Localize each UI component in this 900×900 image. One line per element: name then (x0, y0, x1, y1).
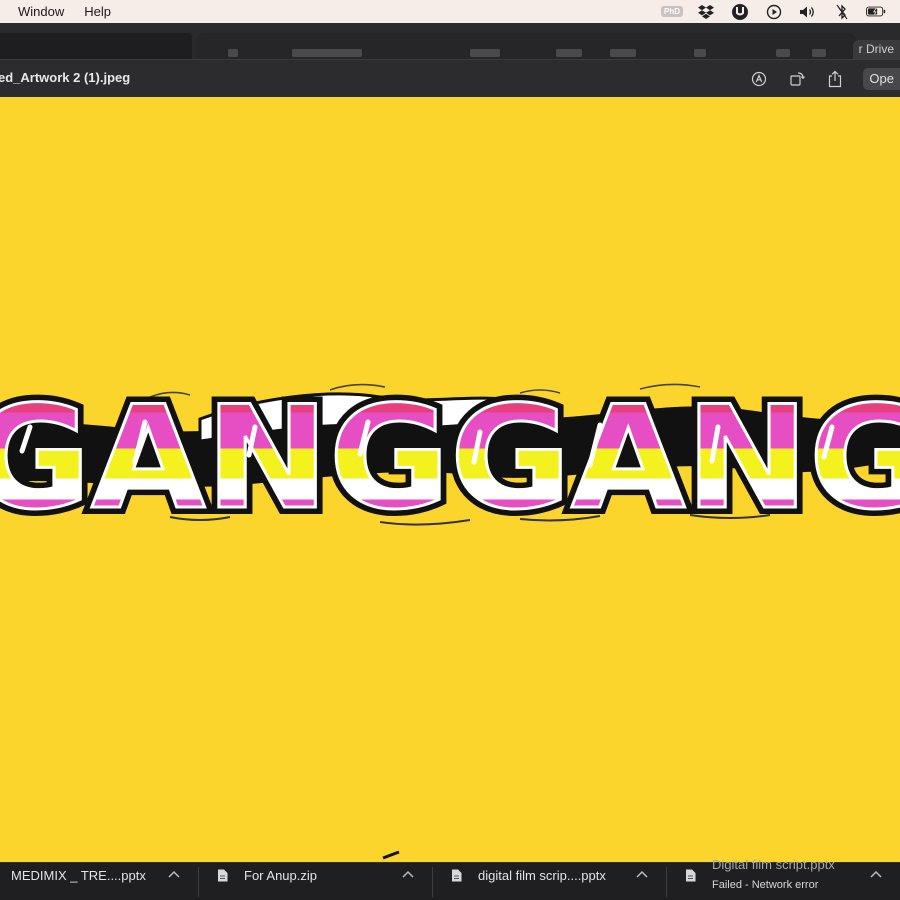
rotate-icon[interactable] (787, 69, 807, 89)
torrent-icon[interactable] (730, 3, 750, 20)
divider (432, 867, 433, 897)
document-title[interactable]: ed_Artwork 2 (1).jpeg (0, 70, 130, 85)
file-icon (686, 869, 696, 882)
download-filename: digital film scrip....pptx (478, 868, 606, 883)
background-sidebar (0, 33, 192, 59)
drive-tab-label[interactable]: r Drive (852, 40, 900, 60)
divider (666, 867, 667, 897)
share-icon[interactable] (825, 69, 845, 89)
download-item-failed[interactable]: Digital film script.pptx Failed - Networ… (668, 857, 900, 900)
battery-icon[interactable] (866, 4, 886, 20)
dropbox-icon[interactable] (696, 4, 716, 20)
chevron-up-icon[interactable] (168, 870, 180, 880)
menu-window[interactable]: Window (18, 4, 64, 19)
markup-icon[interactable] (749, 69, 769, 89)
image-canvas: GANGGANG GANGGANG (0, 97, 900, 862)
background-window: r Drive (0, 23, 900, 60)
back-arrow-icon (228, 49, 238, 57)
download-status: Failed - Network error (712, 879, 819, 891)
menu-help[interactable]: Help (84, 4, 111, 19)
play-icon[interactable] (764, 4, 784, 20)
download-item[interactable]: For Anup.zip (200, 863, 432, 900)
pen-stroke (382, 850, 400, 860)
gallery-view-icon (556, 49, 582, 57)
chevron-up-icon[interactable] (870, 870, 882, 880)
more-icon (776, 49, 790, 57)
downloads-bar: MEDIMIX _ TRE....pptx For Anup.zip digit… (0, 857, 900, 900)
download-item[interactable]: digital film scrip....pptx (434, 863, 666, 900)
background-folder-title (292, 49, 362, 57)
search-icon (812, 49, 826, 57)
volume-icon[interactable] (798, 4, 818, 20)
toolbar-actions: Ope (749, 60, 900, 98)
ganggang-artwork: GANGGANG GANGGANG (0, 369, 900, 860)
status-tray: PhD (661, 0, 886, 23)
bluetooth-icon[interactable] (832, 3, 852, 20)
list-view-icon (470, 49, 500, 57)
divider (198, 867, 199, 897)
file-icon (218, 869, 228, 882)
share-icon-background (694, 49, 706, 57)
download-filename: For Anup.zip (244, 868, 317, 883)
download-filename: Digital film script.pptx (712, 857, 835, 872)
open-with-button[interactable]: Ope (863, 68, 900, 90)
download-item[interactable]: MEDIMIX _ TRE....pptx (0, 863, 196, 900)
chevron-up-icon[interactable] (402, 870, 414, 880)
menu-bar: Window Help PhD (0, 0, 900, 23)
phd-badge-icon[interactable]: PhD (661, 4, 683, 20)
action-menu-icon (610, 49, 636, 57)
file-icon (452, 869, 462, 882)
preview-toolbar: ed_Artwork 2 (1).jpeg Ope (0, 59, 900, 97)
phd-badge-label: PhD (661, 6, 683, 17)
chevron-up-icon[interactable] (636, 870, 648, 880)
download-filename: MEDIMIX _ TRE....pptx (11, 868, 146, 883)
